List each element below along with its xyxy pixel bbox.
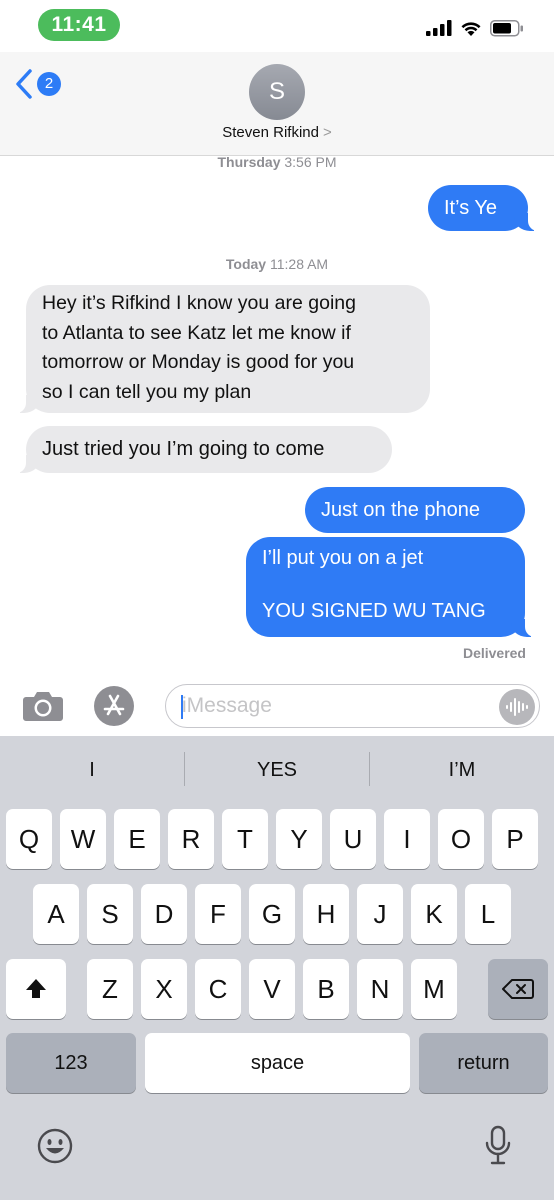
message-placeholder: iMessage <box>182 694 272 717</box>
space-key[interactable]: space <box>145 1033 410 1093</box>
backspace-icon <box>502 979 534 999</box>
message-outgoing[interactable]: I’ll put you on a jet YOU SIGNED WU TANG <box>246 537 537 637</box>
timestamp-day: Thursday <box>217 154 281 170</box>
key-g[interactable]: G <box>249 884 295 944</box>
key-l[interactable]: L <box>465 884 511 944</box>
emoji-icon <box>37 1128 73 1164</box>
backspace-key[interactable] <box>488 959 548 1019</box>
key-a[interactable]: A <box>33 884 79 944</box>
status-icons <box>426 18 524 38</box>
status-time[interactable]: 11:41 <box>38 9 120 41</box>
numbers-key[interactable]: 123 <box>6 1033 136 1093</box>
suggestion[interactable]: I <box>0 736 184 804</box>
message-outgoing[interactable]: Just on the phone <box>305 487 525 533</box>
unread-badge: 2 <box>37 72 61 96</box>
back-chevron-icon <box>16 69 32 99</box>
microphone-icon <box>485 1125 511 1165</box>
message-line: so I can tell you my plan <box>42 380 252 403</box>
message-line: YOU SIGNED WU TANG <box>262 600 486 622</box>
audio-message-button[interactable] <box>499 689 535 725</box>
key-w[interactable]: W <box>60 809 106 869</box>
message-outgoing[interactable]: It’s Ye <box>428 185 540 231</box>
audio-wave-icon <box>506 698 528 716</box>
key-h[interactable]: H <box>303 884 349 944</box>
timestamp-today: Today 11:28 AM <box>0 256 554 272</box>
key-u[interactable]: U <box>330 809 376 869</box>
message-text: Just tried you I’m going to come <box>42 438 325 460</box>
key-s[interactable]: S <box>87 884 133 944</box>
key-m[interactable]: M <box>411 959 457 1019</box>
message-text: Just on the phone <box>321 499 481 521</box>
timestamp-time: 3:56 PM <box>284 154 337 170</box>
dictation-button[interactable] <box>480 1124 516 1168</box>
camera-button[interactable] <box>22 690 64 722</box>
shift-icon <box>26 979 46 998</box>
shift-key[interactable] <box>6 959 66 1019</box>
conversation-header: 2 S Steven Rifkind > <box>0 52 554 156</box>
message-line: I’ll put you on a jet <box>262 547 424 569</box>
key-y[interactable]: Y <box>276 809 322 869</box>
key-v[interactable]: V <box>249 959 295 1019</box>
timestamp-day: Today <box>225 256 267 272</box>
return-key[interactable]: return <box>419 1033 548 1093</box>
delivered-status: Delivered <box>462 645 526 661</box>
wifi-icon <box>461 22 481 36</box>
message-input[interactable]: iMessage <box>165 684 540 728</box>
battery-icon <box>490 19 523 36</box>
app-store-icon <box>103 694 125 716</box>
key-d[interactable]: D <box>141 884 187 944</box>
contact-name-button[interactable]: Steven Rifkind > <box>0 124 554 141</box>
message-line: tomorrow or Monday is good for you <box>42 351 355 373</box>
key-t[interactable]: T <box>222 809 268 869</box>
timestamp-time: 11:28 AM <box>269 256 329 272</box>
key-f[interactable]: F <box>195 884 241 944</box>
key-p[interactable]: P <box>492 809 538 869</box>
key-z[interactable]: Z <box>87 959 133 1019</box>
key-c[interactable]: C <box>195 959 241 1019</box>
contact-avatar[interactable]: S <box>249 64 305 120</box>
app-store-button[interactable] <box>94 686 134 726</box>
signal-icon <box>426 20 452 36</box>
emoji-button[interactable] <box>35 1126 75 1166</box>
timestamp-thursday: Thursday 3:56 PM <box>0 154 554 170</box>
message-incoming[interactable]: Hey it’s Rifkind I know you are going to… <box>14 285 430 413</box>
key-n[interactable]: N <box>357 959 403 1019</box>
key-o[interactable]: O <box>438 809 484 869</box>
contact-name: Steven Rifkind <box>222 124 319 141</box>
key-e[interactable]: E <box>114 809 160 869</box>
message-text: It’s Ye <box>444 197 498 219</box>
key-k[interactable]: K <box>411 884 457 944</box>
keyboard-bottom-bar <box>0 1104 554 1200</box>
key-r[interactable]: R <box>168 809 214 869</box>
suggestion[interactable]: YES <box>185 736 369 804</box>
chevron-right-icon: > <box>322 124 332 141</box>
key-i[interactable]: I <box>384 809 430 869</box>
back-button[interactable]: 2 <box>14 68 61 100</box>
suggestion[interactable]: I’M <box>370 736 554 804</box>
message-line: to Atlanta to see Katz let me know if <box>42 321 351 344</box>
key-j[interactable]: J <box>357 884 403 944</box>
message-line: Hey it’s Rifkind I know you are going <box>42 292 356 314</box>
key-x[interactable]: X <box>141 959 187 1019</box>
predictive-bar: I YES I’M <box>0 736 554 804</box>
message-incoming[interactable]: Just tried you I’m going to come <box>14 426 392 473</box>
camera-icon <box>23 692 63 721</box>
key-b[interactable]: B <box>303 959 349 1019</box>
status-bar: 11:41 <box>0 0 554 52</box>
key-q[interactable]: Q <box>6 809 52 869</box>
compose-bar: iMessage <box>0 680 554 736</box>
